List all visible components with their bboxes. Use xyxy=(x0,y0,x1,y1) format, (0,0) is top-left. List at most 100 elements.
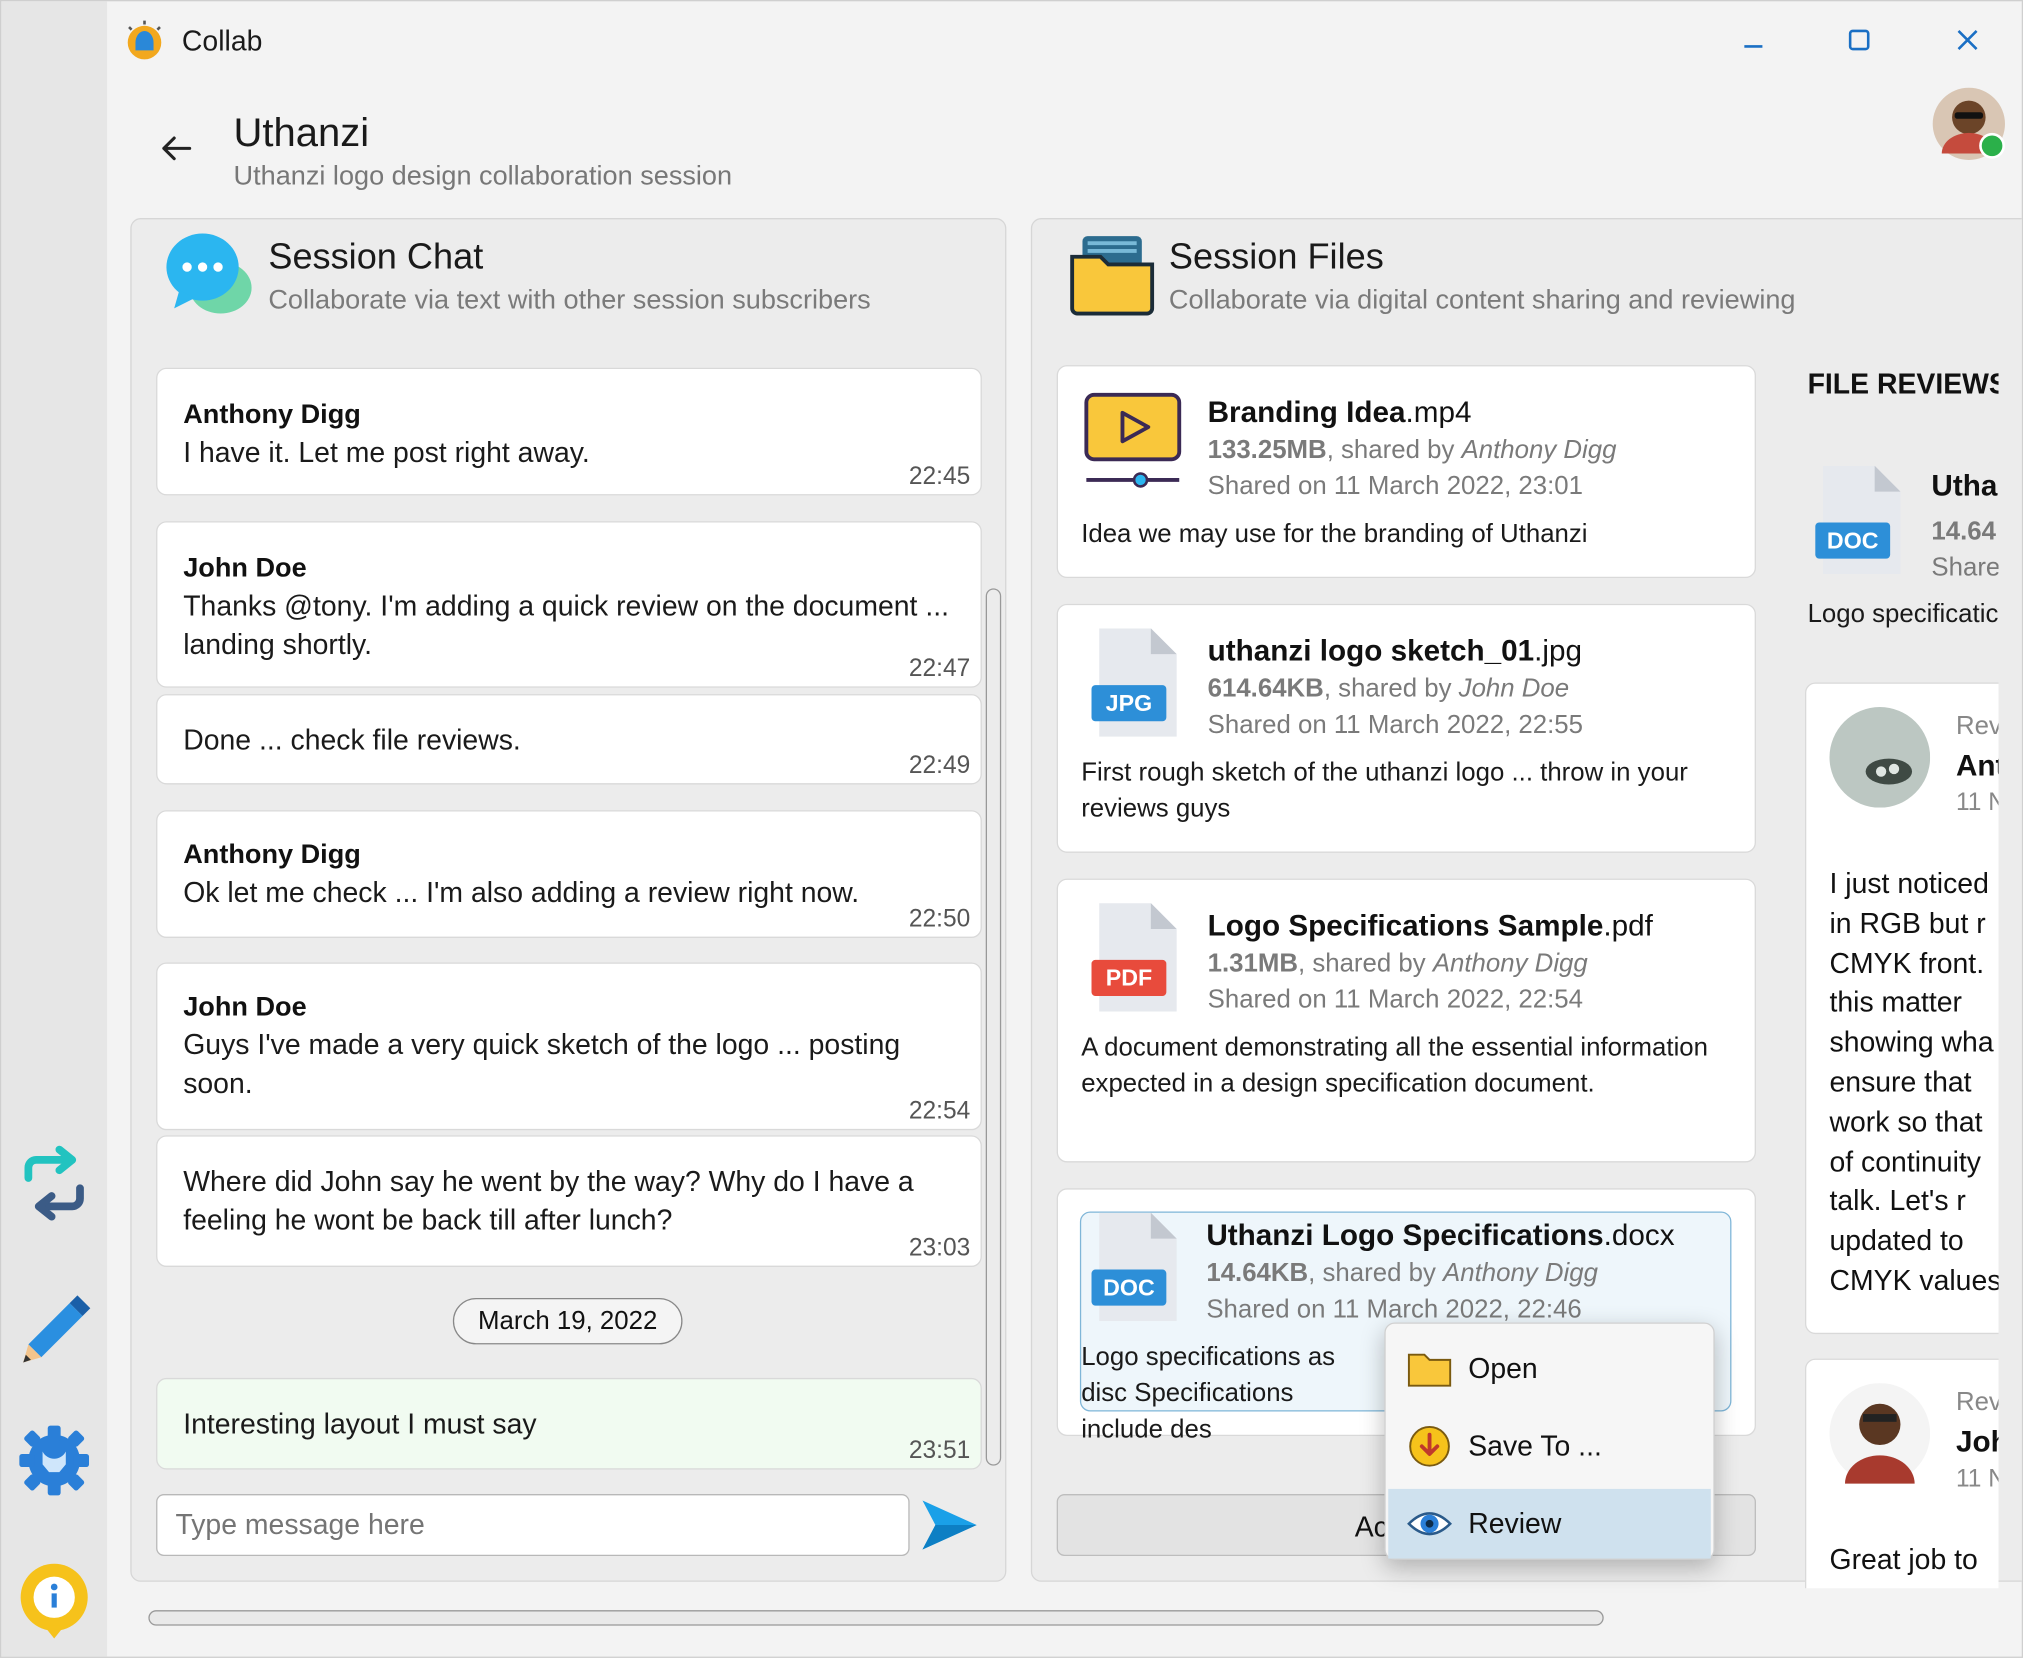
eye-icon xyxy=(1406,1501,1453,1547)
message-text: Where did John say he went by the way? W… xyxy=(183,1165,914,1237)
date-separator: March 19, 2022 xyxy=(452,1297,683,1345)
message-text: Guys I've made a very quick sketch of th… xyxy=(183,1028,901,1100)
file-type-badge: JPG xyxy=(1091,685,1167,722)
file-description: First rough sketch of the uthanzi logo .… xyxy=(1081,758,1688,824)
review-file-description: Logo specificatic xyxy=(1807,599,1999,629)
info-icon[interactable] xyxy=(12,1557,97,1642)
message-text: Interesting layout I must say xyxy=(183,1407,537,1440)
send-icon[interactable] xyxy=(920,1495,979,1554)
menu-item-label: Save To ... xyxy=(1468,1429,1602,1462)
file-date: Shared on 11 March 2022, 23:01 xyxy=(1207,472,1584,501)
review-label: Rev xyxy=(1955,1388,1999,1417)
sync-icon[interactable] xyxy=(12,1142,97,1227)
file-card[interactable]: JPG uthanzi logo sketch_01.jpg 614.64KB,… xyxy=(1056,603,1756,853)
file-date: Shared on 11 March 2022, 22:55 xyxy=(1207,710,1584,740)
maximize-button[interactable] xyxy=(1831,17,1888,63)
minimize-button[interactable] xyxy=(1725,17,1782,63)
chat-message[interactable]: Where did John say he went by the way? W… xyxy=(156,1135,982,1267)
review-card[interactable]: Rev Ant 11 N I just noticed in RGB but r… xyxy=(1804,682,1999,1335)
app-window: Collab Uthanzi Uthanzi logo design colla… xyxy=(0,0,2023,1658)
chat-message[interactable]: Interesting layout I must say 23:51 xyxy=(156,1377,982,1470)
file-name: uthanzi logo sketch_01.jpg xyxy=(1207,633,1582,668)
doc-file-icon: DOC xyxy=(1810,465,1903,575)
file-card[interactable]: PDF Logo Specifications Sample.pdf 1.31M… xyxy=(1056,878,1756,1163)
message-text: I have it. Let me post right away. xyxy=(183,436,590,469)
menu-item-review[interactable]: Review xyxy=(1388,1488,1711,1559)
horizontal-scrollbar[interactable] xyxy=(148,1610,1604,1626)
file-card[interactable]: Branding Idea.mp4 133.25MB, shared by An… xyxy=(1056,365,1756,579)
review-file-shared: Share xyxy=(1931,553,1999,582)
file-date: Shared on 11 March 2022, 22:54 xyxy=(1207,985,1584,1015)
file-reviews-column: FILE REVIEWS DOC Utha 14.64 Share Logo s… xyxy=(1782,350,1999,1589)
message-text: Ok let me check ... I'm also adding a re… xyxy=(183,876,860,909)
chat-message[interactable]: Done ... check file reviews. 22:49 xyxy=(156,694,982,785)
doc-file-icon: DOC xyxy=(1086,1212,1179,1322)
file-name: Branding Idea.mp4 xyxy=(1207,394,1472,429)
review-body: I just noticed in RGB but r CMYK front. … xyxy=(1829,867,1999,1297)
file-description: Idea we may use for the branding of Utha… xyxy=(1081,519,1588,549)
page-title: Uthanzi xyxy=(233,109,370,155)
file-type-badge: PDF xyxy=(1091,959,1167,997)
chat-message[interactable]: John Doe Thanks @tony. I'm adding a quic… xyxy=(156,521,982,688)
chat-message[interactable]: John Doe Guys I've made a very quick ske… xyxy=(156,962,982,1131)
file-meta: 614.64KB, shared by John Doe xyxy=(1207,674,1570,704)
review-file-name: Utha xyxy=(1931,468,1998,502)
review-author: Ant xyxy=(1955,748,1999,782)
download-icon xyxy=(1406,1423,1452,1469)
menu-item-save-to[interactable]: Save To ... xyxy=(1388,1411,1711,1481)
jpg-file-icon: JPG xyxy=(1086,628,1179,737)
message-author: Anthony Digg xyxy=(183,839,361,870)
back-arrow-icon[interactable] xyxy=(154,125,200,171)
message-time: 23:03 xyxy=(908,1234,971,1262)
review-author: Joh xyxy=(1955,1424,1999,1458)
file-meta: 14.64KB, shared by Anthony Digg xyxy=(1206,1259,1598,1288)
app-title: Collab xyxy=(181,24,263,57)
reviews-title: FILE REVIEWS xyxy=(1807,367,1999,400)
folder-icon xyxy=(1406,1346,1452,1392)
file-meta: 1.31MB, shared by Anthony Digg xyxy=(1207,949,1588,978)
message-time: 22:47 xyxy=(908,655,971,683)
files-title: Session Files xyxy=(1168,236,1384,277)
file-meta: 133.25MB, shared by Anthony Digg xyxy=(1207,436,1617,465)
left-rail xyxy=(1,1,108,1657)
message-author: John Doe xyxy=(183,992,307,1022)
menu-item-label: Review xyxy=(1468,1506,1562,1540)
message-input[interactable] xyxy=(156,1494,910,1556)
message-time: 23:51 xyxy=(908,1437,971,1465)
reviewer-avatar xyxy=(1829,1383,1931,1484)
message-time: 22:54 xyxy=(908,1097,971,1126)
file-description: Logo specifications as disc Specificatio… xyxy=(1081,1343,1336,1444)
page-subtitle: Uthanzi logo design collaboration sessio… xyxy=(233,161,733,191)
pencil-icon[interactable] xyxy=(12,1284,97,1369)
review-date: 11 N xyxy=(1955,1465,1999,1493)
menu-item-open[interactable]: Open xyxy=(1388,1334,1711,1404)
chat-title: Session Chat xyxy=(268,236,484,277)
folder-icon xyxy=(1067,228,1157,318)
review-body: Great job to xyxy=(1829,1543,1978,1576)
app-logo-icon xyxy=(123,19,167,63)
chat-scrollbar[interactable] xyxy=(985,588,1002,1466)
chat-message[interactable]: Anthony Digg Ok let me check ... I'm als… xyxy=(156,810,982,938)
message-time: 22:49 xyxy=(908,752,971,780)
review-date: 11 N xyxy=(1955,789,1999,817)
video-icon xyxy=(1081,390,1182,498)
chat-subtitle: Collaborate via text with other session … xyxy=(268,285,871,315)
close-button[interactable] xyxy=(1939,17,1996,63)
review-card[interactable]: Rev Joh 11 N Great job to xyxy=(1804,1358,1999,1589)
user-avatar[interactable] xyxy=(1931,86,2006,161)
menu-item-label: Open xyxy=(1468,1352,1538,1385)
message-text: Done ... check file reviews. xyxy=(183,723,521,757)
chat-message[interactable]: Anthony Digg I have it. Let me post righ… xyxy=(156,367,982,496)
file-type-badge: DOC xyxy=(1091,1269,1167,1306)
review-label: Rev xyxy=(1955,712,1999,741)
context-menu: Open Save To ... Review xyxy=(1384,1322,1715,1560)
files-subtitle: Collaborate via digital content sharing … xyxy=(1168,285,1796,315)
review-file-size: 14.64 xyxy=(1931,517,1997,546)
file-type-badge: DOC xyxy=(1815,522,1891,559)
file-description: A document demonstrating all the essenti… xyxy=(1081,1033,1709,1098)
settings-icon[interactable] xyxy=(12,1418,97,1503)
file-name: Uthanzi Logo Specifications.docx xyxy=(1206,1217,1675,1252)
file-date: Shared on 11 March 2022, 22:46 xyxy=(1206,1295,1582,1324)
message-time: 22:45 xyxy=(908,463,971,491)
chat-bubble-icon xyxy=(164,228,257,318)
